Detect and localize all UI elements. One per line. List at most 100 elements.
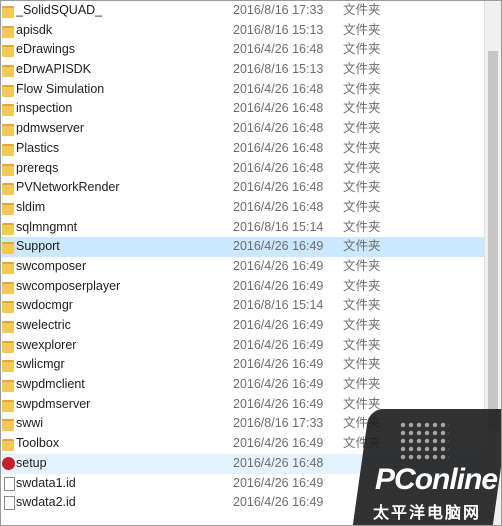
folder-icon: [2, 222, 14, 235]
item-type: 文件夹: [343, 377, 381, 392]
folder-icon: [2, 380, 14, 393]
item-name: swlicmgr: [16, 357, 65, 372]
folder-icon: [2, 340, 14, 353]
list-item[interactable]: swcomposer 2016/4/26 16:49 文件夹: [1, 257, 485, 277]
list-item[interactable]: inspection 2016/4/26 16:48 文件夹: [1, 99, 485, 119]
item-date-modified: 2016/4/26 16:48: [233, 101, 324, 116]
item-name: swdata2.id: [16, 495, 76, 510]
item-name: _SolidSQUAD_: [16, 3, 103, 17]
solidworks-setup-icon: [2, 456, 15, 470]
item-date-modified: 2016/4/26 16:48: [233, 199, 324, 214]
folder-icon: [2, 65, 14, 78]
list-item[interactable]: swexplorer 2016/4/26 16:49 文件夹: [1, 336, 485, 356]
item-date-modified: 2016/8/16 15:14: [233, 219, 324, 234]
item-date-modified: 2016/4/26 16:49: [233, 239, 324, 254]
item-type: 文件夹: [343, 219, 381, 234]
item-type: 文件夹: [343, 121, 381, 136]
item-name: swdata1.id: [16, 475, 76, 490]
item-date-modified: 2016/4/26 16:49: [233, 396, 324, 411]
scrollbar-thumb[interactable]: [488, 51, 498, 431]
watermark-logo: PConline: [375, 463, 498, 497]
watermark-logo-online: online: [414, 463, 498, 496]
item-type: 文件夹: [343, 239, 381, 254]
item-date-modified: 2016/8/16 15:13: [233, 62, 324, 77]
list-item[interactable]: _SolidSQUAD_ 2016/8/16 17:33 文件夹: [1, 1, 485, 21]
item-date-modified: 2016/4/26 16:49: [233, 258, 324, 273]
item-type: 文件夹: [343, 318, 381, 332]
folder-icon: [2, 25, 14, 38]
list-item[interactable]: swcomposerplayer 2016/4/26 16:49 文件夹: [1, 277, 485, 297]
item-type: 文件夹: [343, 278, 381, 293]
item-date-modified: 2016/4/26 16:49: [233, 278, 324, 293]
item-type: 文件夹: [343, 357, 381, 372]
item-date-modified: 2016/4/26 16:49: [233, 475, 324, 490]
item-date-modified: 2016/4/26 16:49: [233, 318, 324, 332]
list-item[interactable]: apisdk 2016/8/16 15:13 文件夹: [1, 21, 485, 41]
folder-icon: [2, 163, 14, 176]
folder-icon: [2, 360, 14, 373]
pconline-watermark: PConline 太平洋电脑网: [321, 407, 501, 525]
item-name: swelectric: [16, 318, 71, 332]
list-item[interactable]: Support 2016/4/26 16:49 文件夹: [1, 237, 485, 257]
item-date-modified: 2016/4/26 16:49: [233, 357, 324, 372]
item-name: Toolbox: [16, 436, 60, 451]
item-type: 文件夹: [343, 81, 381, 96]
item-name: swdocmgr: [16, 298, 73, 313]
item-date-modified: 2016/8/16 17:33: [233, 3, 324, 17]
item-name: Support: [16, 239, 60, 254]
list-item[interactable]: pdmwserver 2016/4/26 16:48 文件夹: [1, 119, 485, 139]
folder-icon: [2, 84, 14, 97]
item-name: pdmwserver: [16, 121, 85, 136]
item-type: 文件夹: [343, 298, 381, 313]
item-type: 文件夹: [343, 258, 381, 273]
watermark-cn: 太平洋电脑网: [373, 505, 482, 522]
item-name: sqlmngmnt: [16, 219, 78, 234]
item-name: setup: [16, 455, 47, 470]
folder-icon: [2, 104, 14, 117]
list-item[interactable]: swelectric 2016/4/26 16:49 文件夹: [1, 316, 485, 336]
item-type: 文件夹: [343, 42, 381, 57]
item-type: 文件夹: [343, 140, 381, 155]
file-icon: [4, 496, 15, 511]
folder-icon: [2, 124, 14, 137]
item-date-modified: 2016/8/16 15:13: [233, 22, 324, 37]
list-item[interactable]: swlicmgr 2016/4/26 16:49 文件夹: [1, 355, 485, 375]
item-date-modified: 2016/8/16 15:14: [233, 298, 324, 313]
folder-icon: [2, 439, 14, 452]
list-item[interactable]: eDrawings 2016/4/26 16:48 文件夹: [1, 40, 485, 60]
folder-icon: [2, 321, 14, 333]
item-date-modified: 2016/4/26 16:48: [233, 81, 324, 96]
item-name: swcomposerplayer: [16, 278, 121, 293]
item-type: 文件夹: [343, 337, 381, 352]
list-item[interactable]: swpdmclient 2016/4/26 16:49 文件夹: [1, 375, 485, 395]
file-icon: [4, 476, 15, 491]
folder-icon: [2, 45, 14, 58]
list-item[interactable]: Plastics 2016/4/26 16:48 文件夹: [1, 139, 485, 159]
item-name: inspection: [16, 101, 73, 116]
folder-icon: [2, 183, 14, 196]
list-item[interactable]: Flow Simulation 2016/4/26 16:48 文件夹: [1, 80, 485, 100]
item-type: 文件夹: [343, 199, 381, 214]
list-item[interactable]: sqlmngmnt 2016/8/16 15:14 文件夹: [1, 218, 485, 238]
item-date-modified: 2016/4/26 16:49: [233, 337, 324, 352]
item-date-modified: 2016/4/26 16:48: [233, 455, 324, 470]
item-name: Plastics: [16, 140, 60, 155]
item-name: swpdmserver: [16, 396, 91, 411]
list-item[interactable]: eDrwAPISDK 2016/8/16 15:13 文件夹: [1, 60, 485, 80]
item-type: 文件夹: [343, 180, 381, 195]
item-name: PVNetworkRender: [16, 180, 120, 195]
item-name: swexplorer: [16, 337, 77, 352]
item-name: swwi: [16, 416, 44, 431]
folder-icon: [2, 261, 14, 274]
list-item[interactable]: swdocmgr 2016/8/16 15:14 文件夹: [1, 296, 485, 316]
list-item[interactable]: sldim 2016/4/26 16:48 文件夹: [1, 198, 485, 218]
item-name: prereqs: [16, 160, 59, 175]
list-item[interactable]: prereqs 2016/4/26 16:48 文件夹: [1, 159, 485, 179]
item-type: 文件夹: [343, 3, 381, 17]
list-item[interactable]: PVNetworkRender 2016/4/26 16:48 文件夹: [1, 178, 485, 198]
item-date-modified: 2016/4/26 16:49: [233, 495, 324, 510]
folder-icon: [2, 6, 14, 18]
folder-icon: [2, 399, 14, 412]
item-date-modified: 2016/8/16 17:33: [233, 416, 324, 431]
folder-icon: [2, 301, 14, 314]
